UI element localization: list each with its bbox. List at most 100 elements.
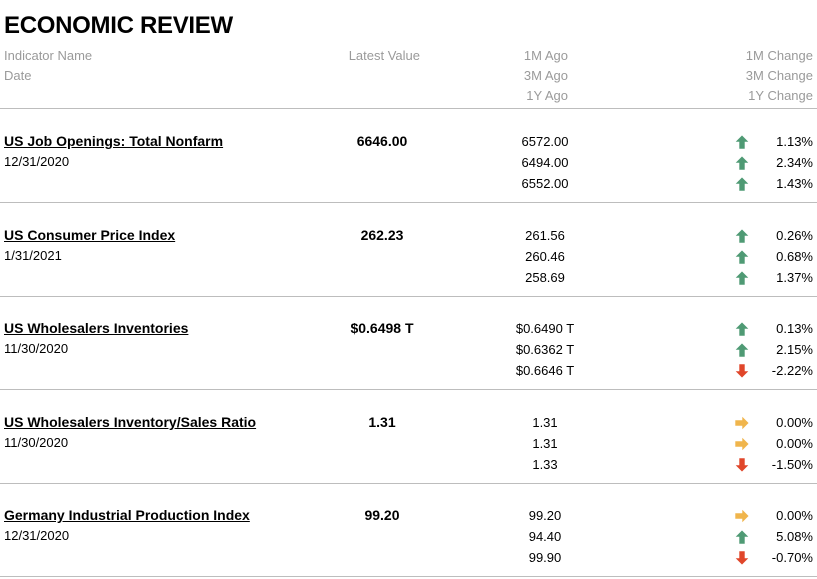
indicator-name-link[interactable]: US Job Openings: Total Nonfarm <box>4 131 223 151</box>
change-1y: -0.70% <box>730 547 813 568</box>
ago-values: 6572.00 6494.00 6552.00 <box>470 131 620 194</box>
change-3m: 0.68% <box>730 246 813 267</box>
row-divider <box>0 389 817 390</box>
header-3m-ago: 3M Ago <box>523 68 568 83</box>
header-change: 1M Change 3M Change 1Y Change <box>640 46 813 106</box>
change-values: 0.26% 0.68% 1.37% <box>730 225 813 288</box>
arrow-up-icon <box>734 228 750 244</box>
change-3m: 5.08% <box>730 526 813 547</box>
latest-value: 1.31 <box>368 414 396 430</box>
header-indicator-name: Indicator Name <box>4 48 93 63</box>
ago-values: $0.6490 T $0.6362 T $0.6646 T <box>470 318 620 381</box>
header-latest-value: Latest Value <box>300 46 420 66</box>
latest-value: 262.23 <box>360 227 404 243</box>
change-percent: 0.68% <box>776 249 813 264</box>
arrow-up-icon <box>734 321 750 337</box>
value-1y-ago: 6552.00 <box>521 176 569 191</box>
value-3m-ago: 6494.00 <box>521 155 569 170</box>
arrow-down-icon <box>734 550 750 566</box>
header-left: Indicator Name Date <box>4 46 92 86</box>
indicator-date: 11/30/2020 <box>4 435 69 450</box>
change-1m: 0.26% <box>730 225 813 246</box>
change-1y: -1.50% <box>730 454 813 475</box>
value-1y-ago: 258.69 <box>525 270 565 285</box>
change-percent: 0.26% <box>776 228 813 243</box>
value-3m-ago: $0.6362 T <box>515 342 575 357</box>
arrow-down-icon <box>734 363 750 379</box>
arrow-flat-icon <box>734 415 750 431</box>
change-values: 1.13% 2.34% 1.43% <box>730 131 813 194</box>
header-1y-ago: 1Y Ago <box>526 88 568 103</box>
change-percent: 1.43% <box>776 176 813 191</box>
indicator-date: 11/30/2020 <box>4 341 69 356</box>
change-1y: 1.43% <box>730 173 813 194</box>
value-1m-ago: 261.56 <box>525 228 565 243</box>
change-percent: 1.37% <box>776 270 813 285</box>
arrow-flat-icon <box>734 508 750 524</box>
value-3m-ago: 1.31 <box>532 436 558 451</box>
header-1m-ago: 1M Ago <box>523 48 568 63</box>
value-1m-ago: 6572.00 <box>521 134 569 149</box>
indicator-row: Germany Industrial Production Index 12/31… <box>0 505 817 575</box>
indicator-name-link[interactable]: US Wholesalers Inventory/Sales Ratio <box>4 412 256 432</box>
header-1m-change: 1M Change <box>745 48 813 63</box>
change-percent: 0.00% <box>776 508 813 523</box>
latest-value: $0.6498 T <box>350 320 414 336</box>
header-1y-change: 1Y Change <box>748 88 813 103</box>
indicator-name-link[interactable]: US Wholesalers Inventories <box>4 318 188 338</box>
value-1m-ago: $0.6490 T <box>515 321 575 336</box>
change-3m: 2.15% <box>730 339 813 360</box>
change-percent: -1.50% <box>771 457 813 472</box>
change-1m: 0.00% <box>730 412 813 433</box>
arrow-down-icon <box>734 457 750 473</box>
arrow-up-icon <box>734 270 750 286</box>
row-divider <box>0 202 817 203</box>
change-percent: 0.00% <box>776 415 813 430</box>
row-divider <box>0 576 817 577</box>
ago-values: 261.56 260.46 258.69 <box>470 225 620 288</box>
arrow-up-icon <box>734 342 750 358</box>
header-ago: 1M Ago 3M Ago 1Y Ago <box>440 46 568 106</box>
indicator-name-link[interactable]: Germany Industrial Production Index <box>4 505 250 525</box>
ago-values: 99.20 94.40 99.90 <box>470 505 620 568</box>
change-percent: -0.70% <box>771 550 813 565</box>
change-percent: 2.34% <box>776 155 813 170</box>
value-1m-ago: 99.20 <box>528 508 562 523</box>
change-percent: -2.22% <box>771 363 813 378</box>
change-percent: 0.00% <box>776 436 813 451</box>
value-1m-ago: 1.31 <box>532 415 558 430</box>
change-percent: 0.13% <box>776 321 813 336</box>
change-percent: 1.13% <box>776 134 813 149</box>
change-1m: 0.00% <box>730 505 813 526</box>
latest-value: 6646.00 <box>356 133 408 149</box>
value-1y-ago: $0.6646 T <box>515 363 575 378</box>
change-percent: 2.15% <box>776 342 813 357</box>
indicator-row: US Wholesalers Inventories 11/30/2020 $0.6… <box>0 318 817 388</box>
arrow-up-icon <box>734 176 750 192</box>
header-latest-value-label: Latest Value <box>348 48 420 63</box>
indicator-name-link[interactable]: US Consumer Price Index <box>4 225 175 245</box>
indicator-row: US Consumer Price Index 1/31/2021 262.23 26… <box>0 225 817 295</box>
indicator-date: 12/31/2020 <box>4 528 70 543</box>
row-divider <box>0 483 817 484</box>
row-divider <box>0 296 817 297</box>
change-values: 0.00% 5.08% -0.70% <box>730 505 813 568</box>
ago-values: 1.31 1.31 1.33 <box>470 412 620 475</box>
value-3m-ago: 260.46 <box>525 249 565 264</box>
indicator-date: 1/31/2021 <box>4 248 62 263</box>
change-1m: 0.13% <box>730 318 813 339</box>
header-divider <box>0 108 817 109</box>
change-1y: 1.37% <box>730 267 813 288</box>
change-3m: 2.34% <box>730 152 813 173</box>
header-date: Date <box>4 68 32 83</box>
arrow-up-icon <box>734 529 750 545</box>
page-title: ECONOMIC REVIEW <box>4 12 233 39</box>
arrow-up-icon <box>734 155 750 171</box>
value-1y-ago: 99.90 <box>528 550 562 565</box>
arrow-up-icon <box>734 249 750 265</box>
indicator-row: US Wholesalers Inventory/Sales Ratio 11/3… <box>0 412 817 482</box>
arrow-flat-icon <box>734 436 750 452</box>
value-1y-ago: 1.33 <box>532 457 558 472</box>
indicator-row: US Job Openings: Total Nonfarm 12/31/2020… <box>0 131 817 201</box>
change-3m: 0.00% <box>730 433 813 454</box>
